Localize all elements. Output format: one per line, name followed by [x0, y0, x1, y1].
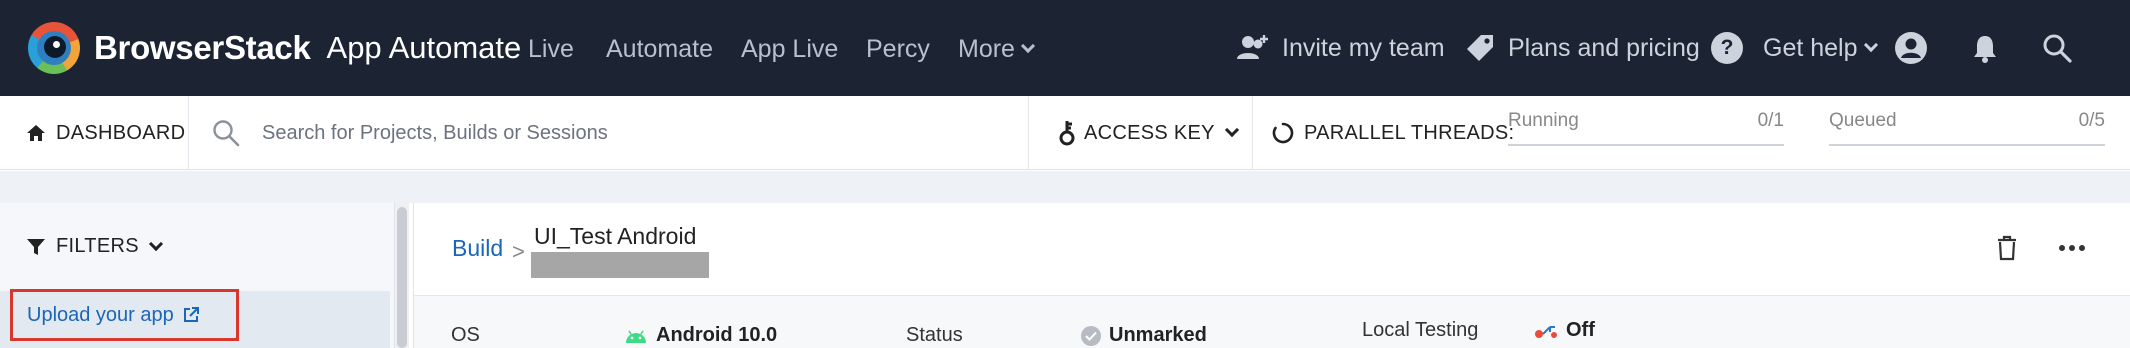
- more-icon: [2059, 245, 2065, 251]
- status-value: Unmarked: [1081, 324, 1207, 347]
- account-button[interactable]: [1894, 30, 1928, 66]
- global-search-button[interactable]: [2042, 30, 2072, 66]
- invite-team-label: Invite my team: [1282, 33, 1445, 62]
- parallel-threads-label: PARALLEL THREADS:: [1304, 121, 1515, 144]
- get-help-label: Get help: [1763, 33, 1858, 62]
- search-input[interactable]: Search for Projects, Builds or Sessions: [262, 122, 608, 145]
- running-threads: Running 0/1: [1508, 110, 1784, 146]
- nav-automate[interactable]: Automate: [606, 34, 713, 64]
- status-label: Status: [906, 324, 963, 346]
- os-value: Android 10.0: [624, 324, 777, 347]
- account-icon: [1895, 32, 1927, 64]
- breadcrumb-separator: >: [512, 239, 525, 264]
- invite-team-icon: [1237, 35, 1268, 59]
- status-unmarked-icon: [1081, 325, 1101, 346]
- external-link-icon: [183, 307, 199, 322]
- build-detail: Build > UI_Test Android OS Android 10.0 …: [413, 203, 2130, 348]
- brand-name: BrowserStack: [94, 29, 311, 66]
- brand-logo-icon: [28, 22, 80, 74]
- parallel-threads: PARALLEL THREADS:: [1272, 96, 1514, 170]
- local-testing-value-text: Off: [1566, 319, 1595, 341]
- divider: [1028, 96, 1029, 170]
- dashboard-link[interactable]: DASHBOARD: [26, 96, 185, 170]
- upload-app-label: Upload your app: [27, 303, 174, 326]
- nav-more[interactable]: More: [958, 34, 1036, 64]
- search-field[interactable]: Search for Projects, Builds or Sessions: [212, 96, 1022, 170]
- spacer-band: [0, 171, 2130, 203]
- product-name: App Automate: [326, 30, 522, 65]
- running-value: 0/1: [1757, 110, 1784, 131]
- nav-more-label: More: [958, 35, 1015, 63]
- chevron-down-icon: [1224, 122, 1239, 138]
- breadcrumb-build[interactable]: Build: [452, 235, 503, 262]
- more-options-button[interactable]: [2054, 233, 2090, 263]
- build-name: UI_Test Android: [534, 223, 697, 249]
- key-icon: [1059, 121, 1075, 146]
- top-navigation-bar: BrowserStack App Automate Live Automate …: [0, 0, 2130, 96]
- filters-scrollbar[interactable]: [395, 203, 409, 348]
- filters-panel: FILTERS Upload your app: [0, 203, 395, 348]
- local-testing-value: Off: [1534, 319, 1595, 342]
- redacted-build-id: [531, 252, 709, 278]
- upload-app-link[interactable]: Upload your app: [10, 289, 239, 341]
- search-icon: [213, 120, 240, 147]
- filters-toggle[interactable]: FILTERS: [26, 235, 163, 258]
- scrollbar-thumb[interactable]: [397, 207, 407, 348]
- divider: [1252, 96, 1253, 170]
- chevron-down-icon: [1020, 38, 1036, 54]
- os-label: OS: [451, 324, 480, 346]
- notifications-button[interactable]: [1971, 30, 1999, 66]
- android-icon: [626, 330, 646, 343]
- home-icon: [27, 125, 45, 141]
- chevron-down-icon: [1863, 37, 1878, 53]
- nav-percy[interactable]: Percy: [866, 34, 930, 64]
- search-icon: [2043, 34, 2072, 63]
- plans-pricing-link[interactable]: Plans and pricing: [1464, 30, 1700, 66]
- secondary-toolbar: DASHBOARD Search for Projects, Builds or…: [0, 96, 2130, 170]
- divider: [188, 96, 189, 170]
- nav-app-live[interactable]: App Live: [741, 34, 838, 64]
- filter-icon: [27, 238, 45, 255]
- queued-label: Queued: [1829, 110, 1897, 131]
- access-key-label: ACCESS KEY: [1084, 121, 1215, 144]
- plans-pricing-label: Plans and pricing: [1508, 33, 1700, 62]
- brand[interactable]: BrowserStack App Automate: [28, 20, 521, 76]
- chevron-down-icon: [148, 236, 163, 251]
- threads-icon: [1272, 122, 1294, 144]
- filters-label: FILTERS: [56, 235, 139, 257]
- status-value-text: Unmarked: [1109, 324, 1207, 346]
- access-key-menu[interactable]: ACCESS KEY: [1058, 96, 1239, 170]
- dashboard-label: DASHBOARD: [56, 121, 186, 144]
- build-details-row: OS Android 10.0 Status Unmarked Local Te…: [414, 295, 2130, 348]
- get-help-menu[interactable]: ? Get help: [1711, 30, 1878, 66]
- running-label: Running: [1508, 110, 1579, 131]
- local-testing-icon: [1535, 325, 1557, 338]
- delete-build-button[interactable]: [1992, 233, 2022, 263]
- trash-icon: [1998, 235, 2016, 261]
- invite-team-link[interactable]: Invite my team: [1236, 30, 1445, 66]
- os-value-text: Android 10.0: [656, 324, 778, 346]
- queued-value: 0/5: [2078, 110, 2105, 131]
- bell-icon: [1974, 36, 1996, 63]
- nav-live[interactable]: Live: [528, 34, 574, 64]
- local-testing-label: Local Testing: [1362, 319, 1479, 341]
- help-icon: ?: [1711, 32, 1743, 64]
- queued-threads: Queued 0/5: [1829, 110, 2105, 146]
- tag-icon: [1467, 35, 1493, 61]
